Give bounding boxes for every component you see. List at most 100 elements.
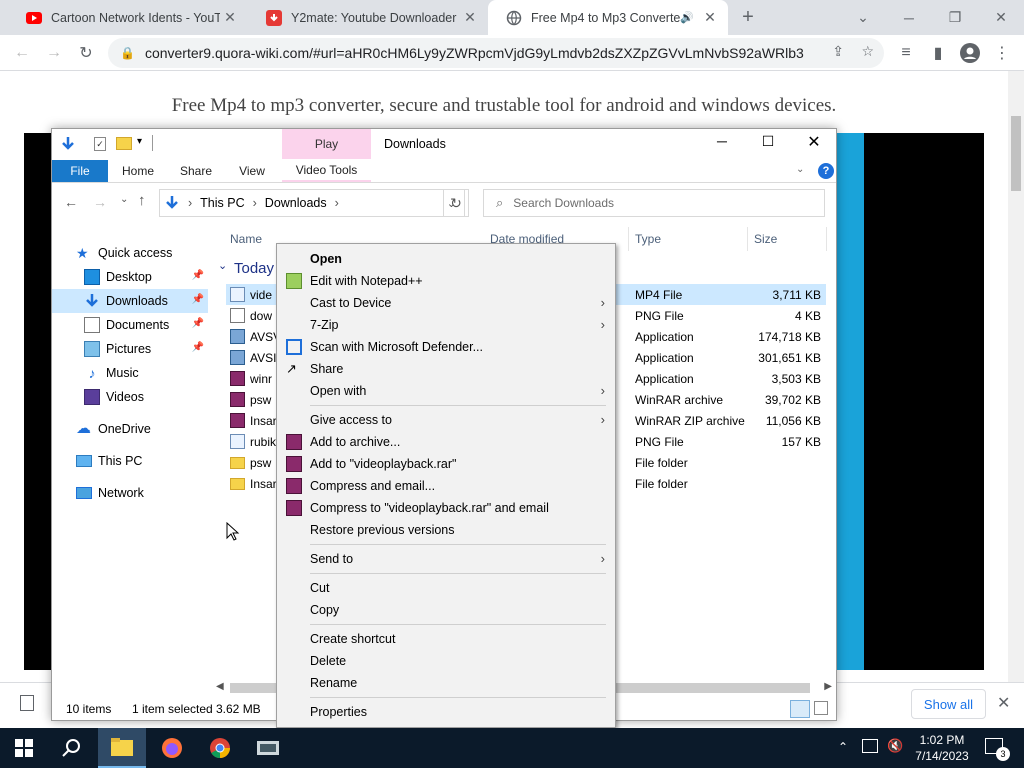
lock-icon[interactable]: 🔒	[120, 46, 135, 60]
pin-icon[interactable]: 📌	[192, 294, 204, 305]
nav-quick-access[interactable]: ★ Quick access	[52, 241, 208, 265]
address-bar[interactable]: 🔒 converter9.quora-wiki.com/#url=aHR0cHM…	[108, 38, 884, 68]
nav-downloads[interactable]: Downloads 📌	[52, 289, 208, 313]
scrollbar-thumb[interactable]	[1011, 116, 1021, 191]
pin-icon[interactable]: 📌	[192, 342, 204, 353]
details-view-icon[interactable]	[790, 700, 810, 718]
forward-icon[interactable]: →	[42, 41, 66, 65]
close-tab-icon[interactable]: ✕	[460, 9, 480, 26]
share-icon[interactable]: ⇪	[832, 43, 844, 60]
forward-icon[interactable]: →	[93, 194, 107, 210]
menu-item-open[interactable]: Open	[277, 248, 615, 270]
ribbon-tab-video-tools[interactable]: Video Tools	[282, 160, 371, 182]
nav-onedrive[interactable]: ☁ OneDrive	[52, 417, 208, 441]
ribbon-tab-file[interactable]: File	[52, 160, 108, 182]
menu-item-properties[interactable]: Properties	[277, 701, 615, 723]
search-downloads-input[interactable]: ⌕ Search Downloads	[483, 189, 825, 217]
bookmark-star-icon[interactable]: ☆	[861, 43, 874, 60]
menu-item-edit-notepadpp[interactable]: Edit with Notepad++	[277, 270, 615, 292]
menu-item-copy[interactable]: Copy	[277, 599, 615, 621]
back-icon[interactable]: ←	[64, 194, 78, 210]
group-header-today[interactable]: Today	[234, 260, 274, 277]
menu-item-share[interactable]: ↗ Share	[277, 358, 615, 380]
menu-item-rename[interactable]: Rename	[277, 672, 615, 694]
ribbon-tab-view[interactable]: View	[226, 160, 278, 182]
video-editor-icon[interactable]	[244, 728, 292, 768]
ribbon-tab-home[interactable]: Home	[112, 160, 164, 182]
refresh-icon[interactable]: ↻	[443, 189, 469, 217]
large-icons-view-icon[interactable]	[814, 701, 828, 715]
side-panel-icon[interactable]: ▮	[926, 41, 950, 65]
back-icon[interactable]: ←	[10, 41, 34, 65]
column-header-type[interactable]: Type	[635, 232, 661, 246]
nav-documents[interactable]: Documents 📌	[52, 313, 208, 337]
column-header-size[interactable]: Size	[754, 232, 777, 246]
browser-tab-y2mate[interactable]: Y2mate: Youtube Downloader - Download ✕	[248, 0, 488, 35]
pin-icon[interactable]: 📌	[192, 270, 204, 281]
minimize-icon[interactable]: ─	[886, 0, 932, 35]
close-tab-icon[interactable]: ✕	[220, 9, 240, 26]
menu-item-compress-rar-email[interactable]: Compress to "videoplayback.rar" and emai…	[277, 497, 615, 519]
minimize-icon[interactable]: ─	[704, 133, 740, 155]
maximize-icon[interactable]: ☐	[750, 133, 786, 155]
profile-avatar-icon[interactable]	[958, 41, 982, 65]
show-all-button[interactable]: Show all	[911, 689, 986, 719]
breadcrumb-downloads[interactable]: Downloads	[265, 196, 327, 210]
file-explorer-taskbar-icon[interactable]	[98, 728, 146, 768]
reload-icon[interactable]: ↻	[74, 41, 98, 65]
clock[interactable]: 1:02 PM 7/14/2023	[912, 732, 972, 764]
new-folder-quick-icon[interactable]	[116, 137, 132, 150]
browser-tab-youtube[interactable]: Cartoon Network Idents - YouTube ✕	[8, 0, 248, 35]
page-scrollbar[interactable]	[1008, 71, 1024, 685]
nav-this-pc[interactable]: This PC	[52, 449, 208, 473]
media-control-icon[interactable]: ≡	[894, 41, 918, 65]
menu-item-scan-defender[interactable]: Scan with Microsoft Defender...	[277, 336, 615, 358]
nav-music[interactable]: ♪ Music	[52, 361, 208, 385]
address-breadcrumb[interactable]: › This PC › Downloads › ⌄	[159, 189, 465, 217]
pin-icon[interactable]: 📌	[192, 318, 204, 329]
search-icon[interactable]	[48, 728, 96, 768]
nav-desktop[interactable]: Desktop 📌	[52, 265, 208, 289]
menu-item-7zip[interactable]: 7-Zip ›	[277, 314, 615, 336]
nav-pictures[interactable]: Pictures 📌	[52, 337, 208, 361]
menu-item-compress-email[interactable]: Compress and email...	[277, 475, 615, 497]
menu-item-add-to-archive[interactable]: Add to archive...	[277, 431, 615, 453]
firefox-icon[interactable]	[148, 728, 196, 768]
browser-tab-converter[interactable]: Free Mp4 to Mp3 Converter 🔊 ✕	[488, 0, 728, 35]
menu-item-add-to-rar[interactable]: Add to "videoplayback.rar"	[277, 453, 615, 475]
column-header-name[interactable]: Name	[230, 232, 262, 246]
recent-locations-icon[interactable]: ⌄	[120, 194, 128, 205]
properties-quick-icon[interactable]: ✓	[94, 137, 106, 151]
close-download-bar-icon[interactable]: ✕	[997, 693, 1010, 713]
volume-muted-icon[interactable]: 🔇	[887, 738, 903, 754]
network-icon[interactable]	[862, 739, 878, 753]
close-window-icon[interactable]: ✕	[796, 132, 832, 154]
windows-start-icon[interactable]	[0, 728, 48, 768]
restore-icon[interactable]: ❐	[932, 0, 978, 35]
menu-item-restore-versions[interactable]: Restore previous versions	[277, 519, 615, 541]
group-collapse-icon[interactable]: ⌄	[218, 259, 227, 272]
chrome-icon[interactable]	[196, 728, 244, 768]
help-icon[interactable]: ?	[818, 163, 834, 179]
quick-access-dropdown-icon[interactable]: ▾	[137, 136, 142, 147]
menu-item-open-with[interactable]: Open with ›	[277, 380, 615, 402]
new-tab-button[interactable]: +	[725, 0, 771, 35]
menu-item-cut[interactable]: Cut	[277, 577, 615, 599]
nav-network[interactable]: Network	[52, 481, 208, 505]
menu-item-send-to[interactable]: Send to ›	[277, 548, 615, 570]
tab-search-icon[interactable]: ⌄	[840, 0, 886, 35]
scroll-left-icon[interactable]: ◀	[216, 681, 224, 692]
expand-ribbon-icon[interactable]: ⌄	[796, 164, 804, 175]
scroll-right-icon[interactable]: ▶	[824, 681, 832, 692]
menu-kebab-icon[interactable]: ⋮	[990, 41, 1014, 65]
play-context-tab[interactable]: Play	[282, 129, 371, 159]
menu-item-cast-to-device[interactable]: Cast to Device ›	[277, 292, 615, 314]
close-window-icon[interactable]: ✕	[978, 0, 1024, 35]
ribbon-tab-share[interactable]: Share	[170, 160, 222, 182]
up-icon[interactable]: ↑	[138, 192, 146, 209]
speaker-icon[interactable]: 🔊	[680, 11, 694, 24]
menu-item-give-access[interactable]: Give access to ›	[277, 409, 615, 431]
breadcrumb-this-pc[interactable]: This PC	[200, 196, 244, 210]
nav-videos[interactable]: Videos	[52, 385, 208, 409]
menu-item-delete[interactable]: Delete	[277, 650, 615, 672]
